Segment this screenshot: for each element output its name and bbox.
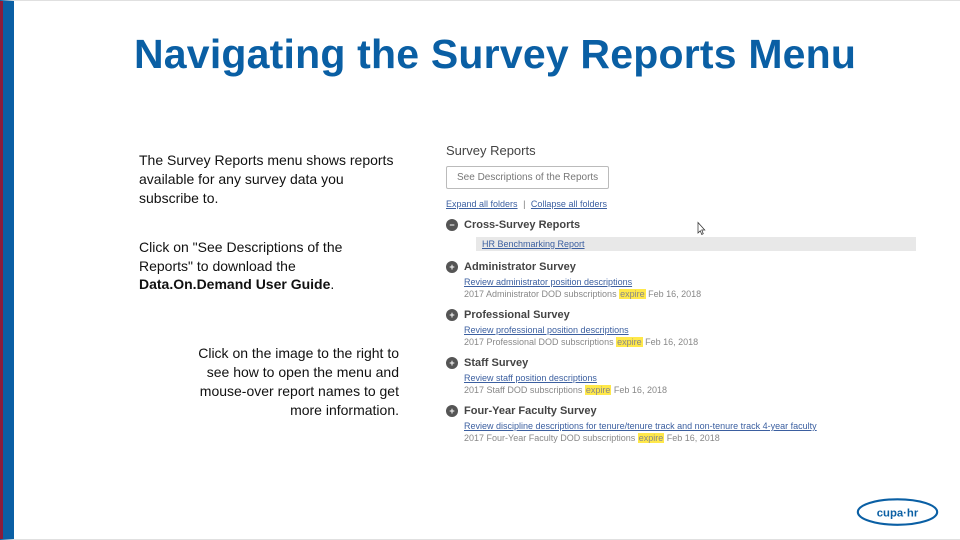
meta-b: Feb 16, 2018 (646, 289, 702, 299)
folder-staff: Staff Survey Review staff position descr… (446, 357, 946, 395)
report-link[interactable]: HR Benchmarking Report (476, 237, 916, 251)
subscription-meta: 2017 Professional DOD subscriptions expi… (464, 337, 946, 347)
expand-icon[interactable] (446, 405, 458, 417)
separator: | (523, 199, 525, 209)
folder-body: Review discipline descriptions for tenur… (464, 421, 946, 443)
meta-a: 2017 Staff DOD subscriptions (464, 385, 585, 395)
folder-body: Review administrator position descriptio… (464, 277, 946, 299)
folder-label: Four-Year Faculty Survey (464, 405, 597, 417)
guide-text-a: Click on "See Descriptions of the Report… (139, 239, 342, 274)
position-descriptions-link[interactable]: Review professional position description… (464, 325, 946, 335)
collapse-all-link[interactable]: Collapse all folders (531, 199, 607, 209)
meta-b: Feb 16, 2018 (611, 385, 667, 395)
subscription-meta: 2017 Administrator DOD subscriptions exp… (464, 289, 946, 299)
folder-header[interactable]: Staff Survey (446, 357, 946, 369)
meta-a: 2017 Administrator DOD subscriptions (464, 289, 619, 299)
folder-header[interactable]: Four-Year Faculty Survey (446, 405, 946, 417)
see-descriptions-button[interactable]: See Descriptions of the Reports (446, 166, 609, 189)
position-descriptions-link[interactable]: Review staff position descriptions (464, 373, 946, 383)
folder-body: Review staff position descriptions 2017 … (464, 373, 946, 395)
meta-a: 2017 Four-Year Faculty DOD subscriptions (464, 433, 638, 443)
folder-cross-survey: Cross-Survey Reports HR Benchmarking Rep… (446, 219, 946, 251)
guide-name: Data.On.Demand User Guide (139, 276, 330, 292)
folder-label: Staff Survey (464, 357, 528, 369)
expire-highlight: expire (585, 385, 612, 395)
subscription-meta: 2017 Four-Year Faculty DOD subscriptions… (464, 433, 946, 443)
page-title: Navigating the Survey Reports Menu (134, 31, 940, 78)
slide: Navigating the Survey Reports Menu The S… (0, 0, 960, 540)
svg-text:cupa·hr: cupa·hr (877, 507, 919, 519)
expire-highlight: expire (616, 337, 643, 347)
meta-b: Feb 16, 2018 (643, 337, 699, 347)
hint-paragraph: Click on the image to the right to see h… (139, 344, 399, 420)
expand-all-link[interactable]: Expand all folders (446, 199, 518, 209)
report-row[interactable]: HR Benchmarking Report (476, 237, 946, 251)
guide-text-c: . (330, 276, 334, 292)
subscription-meta: 2017 Staff DOD subscriptions expire Feb … (464, 385, 946, 395)
folder-label: Cross-Survey Reports (464, 219, 580, 231)
expand-icon[interactable] (446, 357, 458, 369)
expand-collapse-row: Expand all folders | Collapse all folder… (446, 199, 946, 209)
survey-reports-panel[interactable]: Survey Reports See Descriptions of the R… (446, 143, 946, 453)
position-descriptions-link[interactable]: Review discipline descriptions for tenur… (464, 421, 946, 431)
meta-a: 2017 Professional DOD subscriptions (464, 337, 616, 347)
panel-header: Survey Reports (446, 143, 946, 158)
folder-four-year-faculty: Four-Year Faculty Survey Review discipli… (446, 405, 946, 443)
position-descriptions-link[interactable]: Review administrator position descriptio… (464, 277, 946, 287)
cupa-hr-logo: cupa·hr (855, 497, 940, 527)
folder-label: Professional Survey (464, 309, 570, 321)
folder-body: Review professional position description… (464, 325, 946, 347)
expand-icon[interactable] (446, 309, 458, 321)
folder-professional: Professional Survey Review professional … (446, 309, 946, 347)
guide-paragraph: Click on "See Descriptions of the Report… (139, 238, 399, 295)
folder-header[interactable]: Professional Survey (446, 309, 946, 321)
meta-b: Feb 16, 2018 (664, 433, 720, 443)
left-column: The Survey Reports menu shows reports av… (139, 151, 399, 450)
expire-highlight: expire (638, 433, 665, 443)
folder-label: Administrator Survey (464, 261, 576, 273)
folder-header[interactable]: Administrator Survey (446, 261, 946, 273)
collapse-icon[interactable] (446, 219, 458, 231)
expand-icon[interactable] (446, 261, 458, 273)
expire-highlight: expire (619, 289, 646, 299)
intro-paragraph: The Survey Reports menu shows reports av… (139, 151, 399, 208)
folder-administrator: Administrator Survey Review administrato… (446, 261, 946, 299)
